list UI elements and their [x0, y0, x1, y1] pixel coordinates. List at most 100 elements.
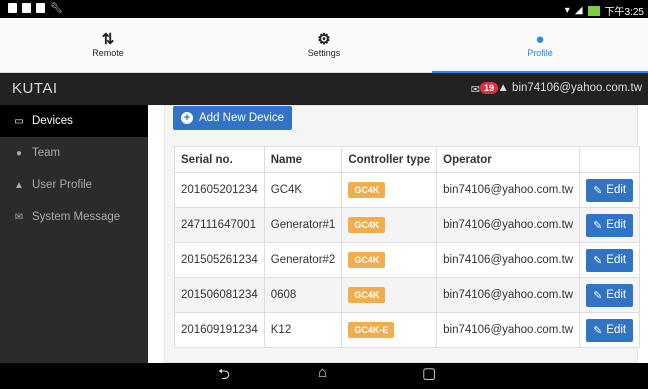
envelope-icon: ✉: [14, 211, 24, 223]
name-cell: GC4K: [263, 172, 343, 208]
sidebar: ▭ Devices ● Team ▲ User Profile ✉ System…: [0, 105, 148, 363]
gear-icon: ⚙: [317, 31, 331, 48]
user-email: bin74106@yahoo.com.tw: [512, 82, 642, 94]
top-tab-bar: ⇅ Remote ⚙ Settings ● Profile: [0, 18, 648, 73]
operator-cell: bin74106@yahoo.com.tw: [436, 207, 581, 243]
notification-icon: [36, 3, 45, 13]
notification-icon: [8, 3, 17, 13]
actions-cell: ✎ Edit: [579, 242, 641, 278]
edit-button[interactable]: ✎ Edit: [586, 248, 634, 272]
envelope-icon[interactable]: ✉: [471, 83, 480, 96]
edit-button[interactable]: ✎ Edit: [586, 213, 634, 237]
operator-cell: bin74106@yahoo.com.tw: [436, 312, 581, 348]
column-header-name: Name: [263, 146, 343, 173]
brand-logo[interactable]: KUTAI: [12, 80, 58, 97]
user-icon: ▲: [497, 82, 509, 94]
message-count-badge[interactable]: 19: [479, 82, 498, 94]
status-bar: 🔧︎ ▾ ◢ 下午3:25: [0, 0, 648, 18]
pencil-icon: ✎: [593, 219, 603, 232]
person-icon: ●: [535, 31, 545, 48]
app-header: KUTAI ✉ 19 ▲ bin74106@yahoo.com.tw: [0, 73, 648, 105]
laptop-icon: ▭: [14, 115, 24, 127]
tab-remote[interactable]: ⇅ Remote: [0, 18, 216, 72]
plus-circle-icon: +: [181, 112, 193, 124]
tab-profile[interactable]: ● Profile: [432, 18, 648, 73]
sidebar-item-system-message[interactable]: ✉ System Message: [0, 201, 148, 233]
status-time: 下午3:25: [604, 7, 644, 18]
actions-cell: ✎ Edit: [579, 277, 641, 313]
user-menu[interactable]: ▲ bin74106@yahoo.com.tw: [497, 82, 642, 94]
serial-cell: 247111647001: [174, 207, 265, 243]
main-content: + Add New Device Serial no. Name Control…: [148, 105, 648, 363]
back-icon[interactable]: ⮌︎: [218, 364, 230, 389]
wrench-icon: 🔧︎: [50, 3, 63, 14]
tab-settings[interactable]: ⚙ Settings: [216, 18, 432, 72]
table-row: 247111647001 Generator#1 GC4K bin74106@y…: [174, 207, 641, 243]
signal-icon: ◢: [574, 5, 583, 16]
column-header-controller-type: Controller type: [341, 146, 438, 173]
devices-table: Serial no. Name Controller type Operator…: [174, 146, 641, 348]
table-header-row: Serial no. Name Controller type Operator: [174, 146, 641, 173]
controller-cell: GC4K: [341, 242, 438, 278]
sidebar-item-user-profile[interactable]: ▲ User Profile: [0, 169, 148, 201]
add-new-device-button[interactable]: + Add New Device: [173, 106, 293, 130]
operator-cell: bin74106@yahoo.com.tw: [436, 172, 581, 208]
table-row: 201505261234 Generator#2 GC4K bin74106@y…: [174, 242, 641, 278]
sidebar-item-devices[interactable]: ▭ Devices: [0, 105, 148, 137]
operator-cell: bin74106@yahoo.com.tw: [436, 242, 581, 278]
tab-label: Settings: [307, 48, 341, 58]
serial-cell: 201505261234: [174, 242, 265, 278]
pencil-icon: ✎: [593, 324, 603, 337]
edit-button[interactable]: ✎ Edit: [586, 318, 634, 342]
edit-label: Edit: [606, 219, 627, 231]
sidebar-item-label: System Message: [32, 211, 121, 223]
controller-type-label: GC4K: [348, 182, 386, 198]
operator-cell: bin74106@yahoo.com.tw: [436, 277, 581, 313]
pencil-icon: ✎: [593, 254, 603, 267]
controller-type-label: GC4K: [348, 287, 386, 303]
edit-label: Edit: [606, 289, 627, 301]
serial-cell: 201605201234: [174, 172, 265, 208]
name-cell: Generator#1: [263, 207, 343, 243]
table-row: 201609191234 K12 GC4K-E bin74106@yahoo.c…: [174, 312, 641, 348]
sort-arrows-icon: ⇅: [101, 31, 115, 48]
column-header-operator: Operator: [436, 146, 581, 173]
controller-type-label: GC4K: [348, 217, 386, 233]
sidebar-item-label: Team: [32, 147, 61, 159]
name-cell: Generator#2: [263, 242, 343, 278]
edit-label: Edit: [606, 324, 627, 336]
serial-cell: 201506081234: [174, 277, 265, 313]
controller-type-label: GC4K-E: [348, 322, 395, 338]
controller-cell: GC4K: [341, 207, 438, 243]
system-navigation-bar: ⮌︎ ⌂ ▢: [0, 363, 648, 383]
table-row: 201506081234 0608 GC4K bin74106@yahoo.co…: [174, 277, 641, 313]
recent-apps-icon[interactable]: ▢: [422, 364, 436, 382]
user-icon: ▲: [14, 179, 24, 191]
column-header-actions: [579, 146, 641, 173]
users-icon: ●: [15, 147, 23, 159]
column-header-serial: Serial no.: [174, 146, 265, 173]
pencil-icon: ✎: [593, 184, 603, 197]
serial-cell: 201609191234: [174, 312, 265, 348]
actions-cell: ✎ Edit: [579, 172, 641, 208]
wifi-icon: ▾: [564, 5, 570, 16]
sidebar-item-label: Devices: [32, 115, 73, 127]
sidebar-item-label: User Profile: [32, 179, 93, 191]
sidebar-item-team[interactable]: ● Team: [0, 137, 148, 169]
actions-cell: ✎ Edit: [579, 207, 641, 243]
controller-type-label: GC4K: [348, 252, 386, 268]
tab-label: Remote: [92, 48, 124, 58]
home-icon[interactable]: ⌂: [318, 364, 327, 381]
controller-cell: GC4K: [341, 277, 438, 313]
name-cell: 0608: [263, 277, 343, 313]
add-button-label: Add New Device: [199, 112, 285, 124]
controller-cell: GC4K-E: [341, 312, 438, 348]
actions-cell: ✎ Edit: [579, 312, 641, 348]
edit-button[interactable]: ✎ Edit: [586, 178, 634, 202]
notification-icon: [22, 3, 31, 13]
edit-label: Edit: [606, 184, 627, 196]
name-cell: K12: [263, 312, 343, 348]
table-row: 201605201234 GC4K GC4K bin74106@yahoo.co…: [174, 172, 641, 208]
tab-label: Profile: [527, 48, 553, 58]
edit-button[interactable]: ✎ Edit: [586, 283, 634, 307]
